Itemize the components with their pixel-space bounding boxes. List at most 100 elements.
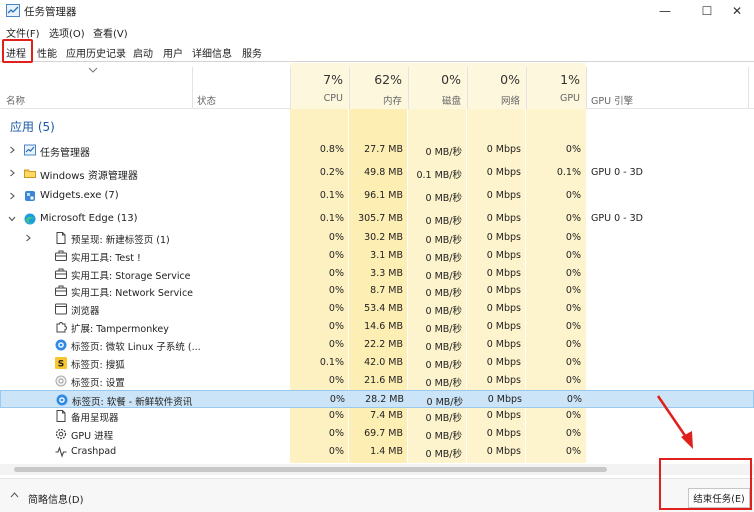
network-value: 0 Mbps (486, 213, 521, 224)
column-divider (586, 67, 587, 109)
memory-value: 27.7 MB (364, 144, 403, 155)
pulse-icon (55, 446, 67, 458)
disk-value: 0 MB/秒 (425, 342, 462, 353)
memory-value: 14.6 MB (364, 321, 403, 332)
disk-value: 0 MB/秒 (425, 288, 462, 299)
cpu-value: 0% (328, 446, 344, 457)
horizontal-scrollbar-thumb[interactable] (14, 467, 607, 472)
group-header-apps[interactable]: 应用 (5) (10, 118, 55, 135)
gpu-value: 0% (565, 250, 581, 261)
network-value: 0 Mbps (486, 250, 521, 261)
menu-options[interactable]: 选项(O) (49, 25, 85, 40)
edge-icon (24, 213, 36, 225)
process-row[interactable]: Windows 资源管理器 0.2% 49.8 MB 0.1 MB/秒 0 Mbps 0.… (0, 162, 754, 184)
column-cpu[interactable]: CPU (300, 93, 343, 104)
svg-text:S: S (58, 360, 64, 370)
memory-value: 42.0 MB (364, 357, 403, 368)
memory-total: 62% (374, 72, 402, 87)
memory-value: 3.1 MB (370, 250, 403, 261)
chevron-right-icon[interactable] (24, 234, 32, 242)
process-row[interactable]: Microsoft Edge (13) 0.1% 305.7 MB 0 MB/秒 0 M… (0, 208, 754, 230)
process-row[interactable]: Widgets.exe (7) 0.1% 96.1 MB 0 MB/秒 0 Mbps 0% (0, 185, 754, 207)
process-row[interactable]: 备用呈现器 0% 7.4 MB 0 MB/秒 0 Mbps 0% (0, 407, 754, 425)
column-disk[interactable]: 磁盘 (414, 93, 461, 107)
process-row[interactable]: 标签页: 软餐 - 新鲜软件资讯 0% 28.2 MB 0 MB/秒 0 Mbps 0% (0, 390, 754, 408)
close-button[interactable]: ✕ (720, 0, 754, 22)
network-value: 0 Mbps (486, 410, 521, 421)
process-row[interactable]: 标签页: 设置 0% 21.6 MB 0 MB/秒 0 Mbps 0% (0, 372, 754, 390)
process-name: GPU 进程 (71, 431, 114, 442)
briefcase-icon (55, 268, 67, 279)
chevron-right-icon[interactable] (8, 146, 16, 154)
process-row[interactable]: 实用工具: Network Service 0% 8.7 MB 0 MB/秒 0 Mbp… (0, 282, 754, 300)
chevron-down-icon[interactable] (88, 67, 98, 73)
minimize-button[interactable]: — (648, 0, 682, 22)
gpu-value: 0% (565, 144, 581, 155)
gpu-value: 0% (565, 213, 581, 224)
cpu-total: 7% (323, 72, 343, 87)
network-value: 0 Mbps (486, 303, 521, 314)
process-name: 标签页: 搜狐 (71, 360, 125, 371)
process-row[interactable]: 扩展: Tampermonkey 0% 14.6 MB 0 MB/秒 0 Mbps 0% (0, 318, 754, 336)
tab-app-history[interactable]: 应用历史记录 (66, 45, 126, 60)
process-row[interactable]: S 标签页: 搜狐 0.1% 42.0 MB 0 MB/秒 0 Mbps 0% (0, 354, 754, 372)
gpu-value: 0% (565, 285, 581, 296)
widgets-icon (25, 191, 35, 201)
gpu-value: 0% (565, 375, 581, 386)
column-divider (526, 67, 527, 109)
chevron-right-icon[interactable] (8, 169, 16, 177)
column-status[interactable]: 状态 (197, 93, 216, 107)
tab-details[interactable]: 详细信息 (192, 45, 232, 60)
chevron-up-icon[interactable] (10, 492, 19, 498)
cpu-value: 0% (328, 285, 344, 296)
column-gpu[interactable]: GPU (532, 93, 580, 104)
chevron-right-icon[interactable] (8, 192, 16, 200)
cpu-value: 0% (328, 410, 344, 421)
tab-startup[interactable]: 启动 (133, 45, 153, 60)
process-row[interactable]: GPU 进程 0% 69.7 MB 0 MB/秒 0 Mbps 0% (0, 425, 754, 443)
process-name: 实用工具: Storage Service (71, 271, 191, 282)
column-gpu-engine[interactable]: GPU 引擎 (591, 93, 633, 107)
cpu-value: 0% (328, 232, 344, 243)
cpu-value: 0.1% (319, 357, 344, 368)
process-row[interactable]: 预呈现: 新建标签页 (1) 0% 30.2 MB 0 MB/秒 0 Mbps 0% (0, 229, 754, 247)
gpu-total: 1% (560, 72, 580, 87)
fewer-details-link[interactable]: 简略信息(D) (28, 491, 84, 506)
process-row[interactable]: 标签页: 微软 Linux 子系统 (... 0% 22.2 MB 0 MB/秒 0 M… (0, 336, 754, 354)
process-name: Microsoft Edge (13) (40, 213, 138, 224)
disk-value: 0 MB/秒 (425, 449, 462, 460)
process-row[interactable]: 浏览器 0% 53.4 MB 0 MB/秒 0 Mbps 0% (0, 300, 754, 318)
disk-value: 0 MB/秒 (425, 235, 462, 246)
tab-services[interactable]: 服务 (242, 45, 262, 60)
column-divider (467, 67, 468, 109)
memory-value: 96.1 MB (364, 190, 403, 201)
chevron-down-icon[interactable] (8, 215, 16, 223)
disk-value: 0 MB/秒 (425, 324, 462, 335)
menu-view[interactable]: 查看(V) (93, 25, 128, 40)
column-name[interactable]: 名称 (6, 93, 25, 107)
blue-circle-icon (55, 339, 67, 351)
disk-value: 0 MB/秒 (426, 397, 463, 408)
memory-value: 30.2 MB (364, 232, 403, 243)
gpu-value: 0% (565, 190, 581, 201)
gpu-value: 0% (565, 303, 581, 314)
tab-users[interactable]: 用户 (163, 45, 183, 60)
process-name: 标签页: 软餐 - 新鲜软件资讯 (72, 397, 193, 408)
tab-performance[interactable]: 性能 (37, 45, 57, 60)
maximize-button[interactable]: ☐ (690, 0, 724, 22)
column-network[interactable]: 网络 (473, 93, 520, 107)
column-divider (748, 67, 749, 109)
menu-file[interactable]: 文件(F) (6, 25, 40, 40)
memory-value: 3.3 MB (370, 268, 403, 279)
network-value: 0 Mbps (486, 446, 521, 457)
cpu-value: 0.1% (319, 190, 344, 201)
process-row[interactable]: 实用工具: Test ! 0% 3.1 MB 0 MB/秒 0 Mbps 0% (0, 247, 754, 265)
gpu-gear-icon (55, 428, 67, 440)
column-memory[interactable]: 内存 (355, 93, 402, 107)
window-title: 任务管理器 (24, 6, 77, 18)
process-row[interactable]: 任务管理器 0.8% 27.7 MB 0 MB/秒 0 Mbps 0% (0, 139, 754, 161)
process-row[interactable]: Crashpad 0% 1.4 MB 0 MB/秒 0 Mbps 0% (0, 443, 754, 461)
network-value: 0 Mbps (486, 375, 521, 386)
process-row[interactable]: 实用工具: Storage Service 0% 3.3 MB 0 MB/秒 0 Mbp… (0, 265, 754, 283)
gpu-engine-value: GPU 0 - 3D (591, 167, 643, 178)
